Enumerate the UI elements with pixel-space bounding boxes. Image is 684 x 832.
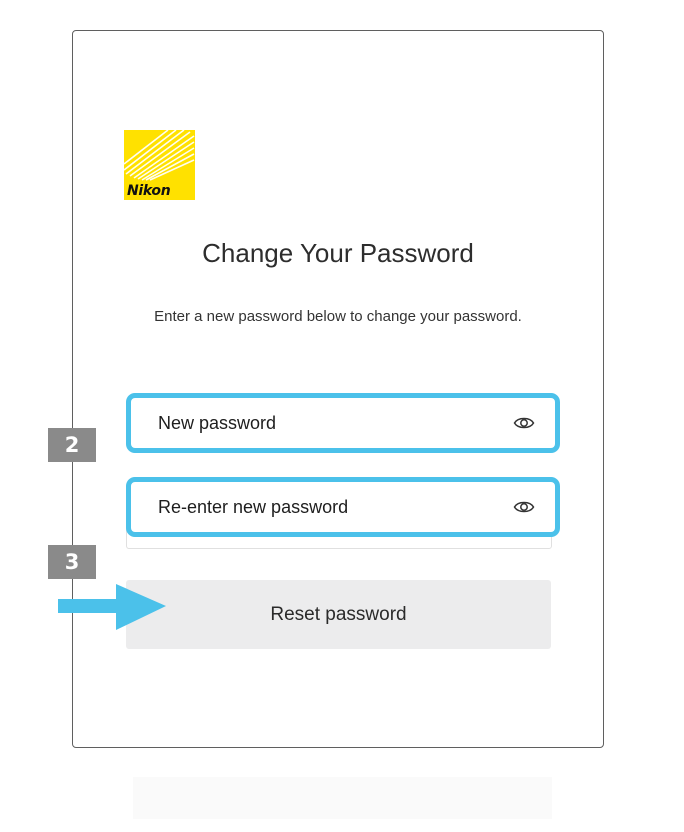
confirm-password-input[interactable] [131, 482, 555, 532]
footer-placeholder [133, 777, 552, 819]
logo-wordmark: Nikon [127, 183, 171, 199]
reset-password-button[interactable]: Reset password [126, 580, 551, 649]
nikon-logo: Nikon [124, 130, 195, 200]
page-title: Change Your Password [202, 238, 474, 268]
step-2-badge: 2 [48, 428, 96, 462]
confirm-password-field-highlight [126, 477, 560, 537]
right-arrow-icon [58, 584, 166, 630]
eye-icon[interactable] [513, 497, 535, 517]
step-3-badge: 3 [48, 545, 96, 579]
new-password-input[interactable] [131, 398, 555, 448]
eye-icon[interactable] [513, 413, 535, 433]
new-password-field-highlight [126, 393, 560, 453]
page: Nikon Change Your Password Enter a new p… [0, 0, 684, 832]
instructions-text: Enter a new password below to change you… [154, 308, 522, 325]
